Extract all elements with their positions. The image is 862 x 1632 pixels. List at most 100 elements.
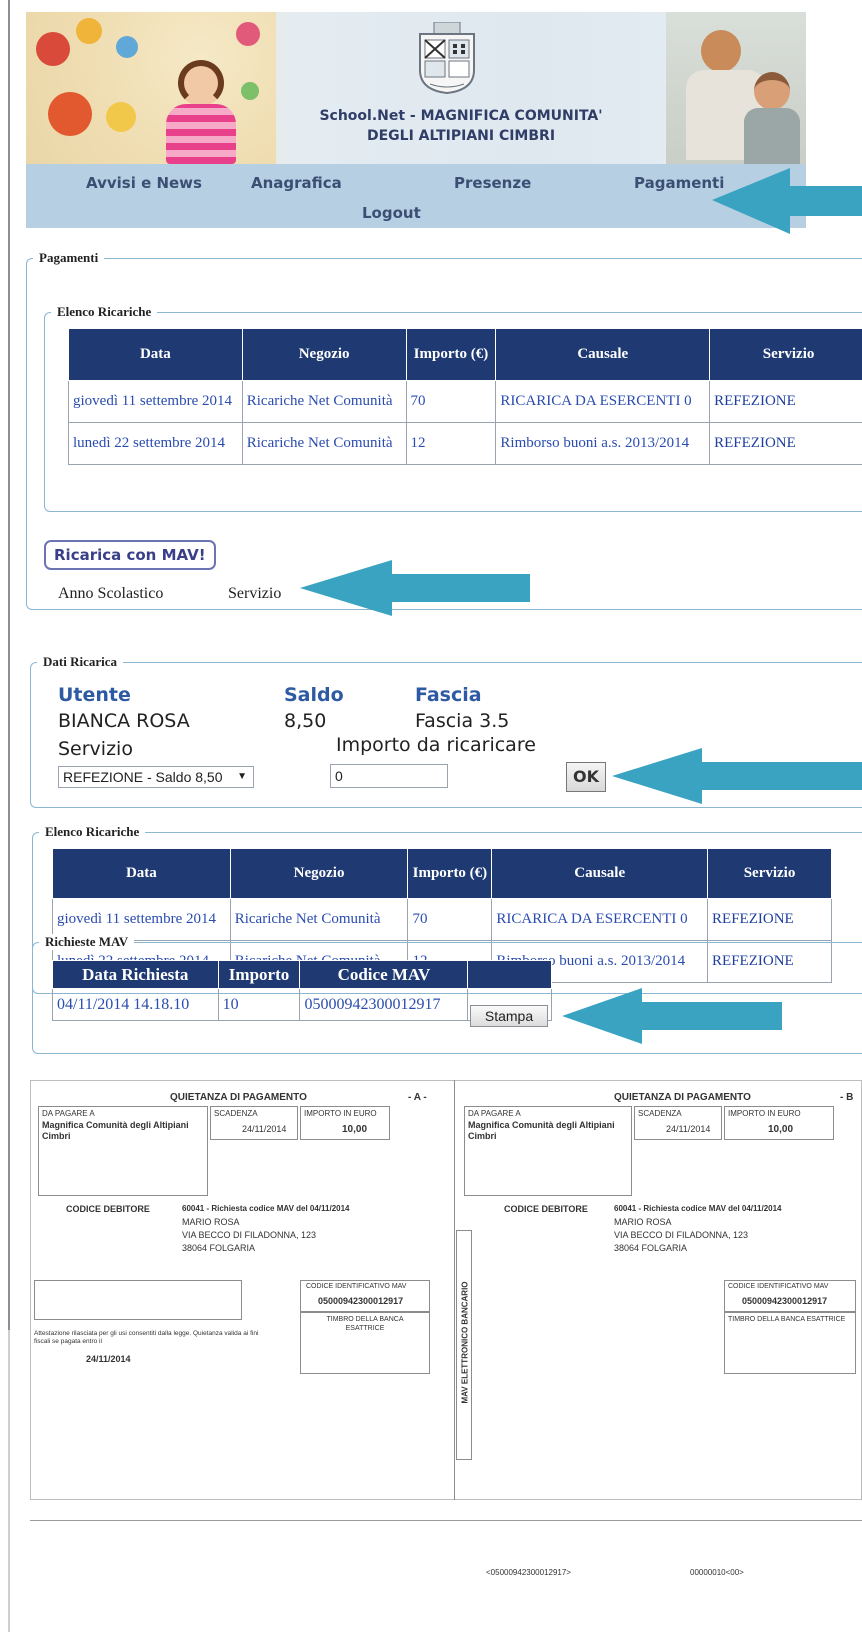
cell-servizio: REFEZIONE: [709, 380, 862, 423]
col-importo[interactable]: Importo (€): [407, 848, 493, 899]
balloon-icon: [48, 92, 92, 136]
col-negozio[interactable]: Negozio: [241, 328, 407, 381]
ricarica-con-mav-button[interactable]: Ricarica con MAV!: [44, 540, 216, 570]
receipt-name: MARIO ROSA: [182, 1217, 240, 1227]
nav-pagamenti[interactable]: Pagamenti: [634, 174, 724, 192]
receipt-tag: - B: [840, 1092, 854, 1103]
receipt-due-date: 24/11/2014: [666, 1124, 711, 1134]
mav-receipt-preview: QUIETANZA DI PAGAMENTO - A - DA PAGARE A…: [30, 1080, 862, 1580]
cell-servizio: REFEZIONE: [709, 422, 862, 465]
cell-negozio: Ricariche Net Comunità: [241, 422, 407, 465]
servizio-label: Servizio: [58, 738, 133, 760]
col-data[interactable]: Data: [52, 848, 231, 899]
col-servizio[interactable]: Servizio: [709, 328, 862, 381]
col-causale[interactable]: Causale: [491, 848, 709, 899]
elenco-ricariche-2-legend: Elenco Ricariche: [39, 824, 146, 840]
receipt-note: Attestazione rilasciata per gli usi cons…: [34, 1330, 259, 1345]
receipt-stamp-label: TIMBRO DELLA BANCA ESATTRICE: [326, 1316, 404, 1332]
saldo-header: Saldo: [284, 684, 344, 706]
cell-importo: 70: [407, 898, 493, 941]
receipt-payee: Magnifica Comunità degli Altipiani Cimbr…: [42, 1120, 189, 1141]
receipt-label: SCADENZA: [638, 1109, 682, 1118]
receipt-amount: 10,00: [342, 1124, 368, 1135]
main-nav: Avvisi e News Anagrafica Presenze Pagame…: [26, 164, 806, 228]
receipt-debtor-code: 60041 - Richiesta codice MAV del 04/11/2…: [614, 1204, 782, 1213]
col-importo[interactable]: Importo (€): [405, 328, 497, 381]
table-row: giovedì 11 settembre 2014 Ricariche Net …: [68, 380, 862, 423]
nav-anagrafica[interactable]: Anagrafica: [251, 174, 342, 192]
municipality-crest-logo: [416, 21, 478, 95]
cell-causale: RICARICA DA ESERCENTI 0: [495, 380, 711, 423]
balloon-icon: [36, 32, 70, 66]
receipt-label: CODICE IDENTIFICATIVO MAV: [306, 1283, 407, 1290]
importo-input[interactable]: 0: [330, 764, 448, 788]
servizio-select-value: REFEZIONE - Saldo 8,50: [63, 769, 223, 785]
fascia-value: Fascia 3.5: [415, 710, 510, 732]
col-servizio[interactable]: Servizio: [707, 848, 832, 899]
table-row: lunedì 22 settembre 2014 Ricariche Net C…: [68, 422, 862, 465]
dati-ricarica-legend: Dati Ricarica: [37, 654, 124, 670]
servizio-select[interactable]: REFEZIONE - Saldo 8,50 ▼: [58, 766, 254, 788]
elenco-ricariche-legend: Elenco Ricariche: [51, 304, 158, 320]
cell-causale: Rimborso buoni a.s. 2013/2014: [495, 422, 711, 465]
receipt-payee: Magnifica Comunità degli Altipiani Cimbr…: [468, 1120, 615, 1141]
receipt-label: DA PAGARE A: [42, 1109, 95, 1118]
stampa-button[interactable]: Stampa: [470, 1005, 548, 1027]
pagamenti-legend: Pagamenti: [33, 250, 105, 266]
annotation-arrow-icon: [300, 560, 530, 616]
receipt-debtor-code: 60041 - Richiesta codice MAV del 04/11/2…: [182, 1204, 350, 1213]
balloon-icon: [76, 18, 102, 44]
receipt-address: VIA BECCO DI FILADONNA, 123: [614, 1230, 749, 1240]
filter-servizio[interactable]: Servizio: [228, 585, 281, 603]
annotation-arrow-icon: [712, 168, 862, 234]
receipt-mav-id: 05000942300012917: [318, 1296, 404, 1306]
receipt-mav-id: 05000942300012917: [742, 1296, 828, 1306]
cell-servizio: REFEZIONE: [707, 898, 832, 941]
balloon-icon: [106, 102, 136, 132]
nav-logout[interactable]: Logout: [362, 204, 421, 222]
col-causale[interactable]: Causale: [495, 328, 711, 381]
importo-da-ricaricare-label: Importo da ricaricare: [336, 734, 536, 756]
balloon-icon: [236, 22, 260, 46]
receipt-label: CODICE IDENTIFICATIVO MAV: [728, 1283, 829, 1290]
receipt-due-date: 24/11/2014: [242, 1124, 287, 1134]
cell-causale: RICARICA DA ESERCENTI 0: [491, 898, 709, 941]
receipt-codeline-left: <05000942300012917>: [486, 1568, 571, 1577]
receipt-divider: [454, 1080, 455, 1500]
receipt-label: CODICE DEBITORE: [66, 1204, 150, 1214]
receipt-label: IMPORTO IN EURO: [728, 1109, 801, 1118]
receipt-address: VIA BECCO DI FILADONNA, 123: [182, 1230, 317, 1240]
receipt-label: SCADENZA: [214, 1109, 258, 1118]
page-left-border: [8, 0, 10, 1330]
table-row: giovedì 11 settembre 2014 Ricariche Net …: [52, 898, 832, 941]
cell-codice-mav: 05000942300012917: [299, 988, 469, 1021]
col-data-richiesta[interactable]: Data Richiesta: [52, 960, 219, 989]
nav-avvisi-e-news[interactable]: Avvisi e News: [86, 174, 202, 192]
receipt-codeline-right: 00000010<00>: [690, 1568, 744, 1577]
receipt-side-label: MAV ELETTRONICO BANCARIO: [460, 1281, 470, 1404]
receipt-tag: - A -: [408, 1092, 427, 1103]
ok-button[interactable]: OK: [566, 762, 606, 792]
receipt-label: CODICE DEBITORE: [504, 1204, 588, 1214]
receipt-amount: 10,00: [768, 1124, 794, 1135]
col-data[interactable]: Data: [68, 328, 243, 381]
col-negozio[interactable]: Negozio: [229, 848, 409, 899]
nav-presenze[interactable]: Presenze: [454, 174, 531, 192]
receipt-stamp-label: TIMBRO DELLA BANCA ESATTRICE: [728, 1316, 846, 1323]
utente-header: Utente: [58, 684, 131, 706]
annotation-arrow-icon: [612, 748, 862, 804]
site-title-line1: School.Net - MAGNIFICA COMUNITA': [319, 108, 603, 124]
child-illustration: [166, 60, 236, 164]
receipt-label: DA PAGARE A: [468, 1109, 521, 1118]
site-title: School.Net - MAGNIFICA COMUNITA' DEGLI A…: [276, 106, 646, 146]
cell-importo: 12: [405, 422, 497, 465]
receipt-city: 38064 FOLGARIA: [182, 1243, 256, 1253]
cell-importo: 10: [217, 988, 301, 1021]
col-codice-mav[interactable]: Codice MAV: [299, 960, 469, 989]
balloon-icon: [116, 36, 138, 58]
filter-anno-scolastico[interactable]: Anno Scolastico: [58, 585, 163, 603]
receipt-city: 38064 FOLGARIA: [614, 1243, 688, 1253]
cell-data: lunedì 22 settembre 2014: [68, 422, 243, 465]
receipt-title: QUIETANZA DI PAGAMENTO: [614, 1092, 751, 1103]
col-importo[interactable]: Importo: [217, 960, 301, 989]
